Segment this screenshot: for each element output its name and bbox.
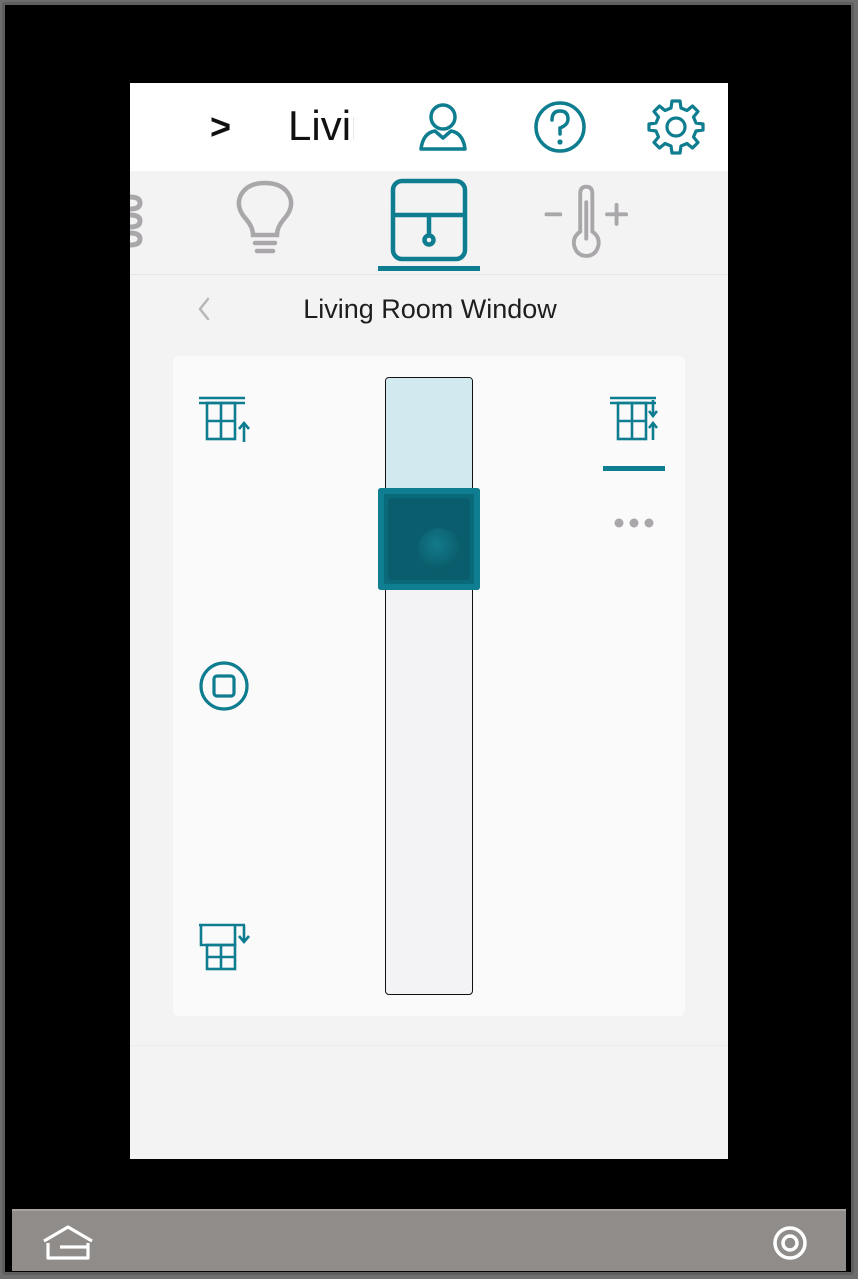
device-name: Living Room Window [303,294,557,324]
category-tabs [130,171,728,275]
shade-open-close-icon[interactable] [606,392,664,450]
home-icon[interactable] [38,1223,98,1263]
expand-chevron-icon[interactable]: > [210,107,240,147]
lightbulb-icon[interactable] [220,175,310,271]
touch-screen: > Living Room [130,83,728,1159]
room-title[interactable]: Living Room [288,101,354,151]
user-icon[interactable] [413,97,473,157]
shade-close-icon[interactable] [195,919,253,977]
thermometer-icon[interactable] [543,175,633,271]
slider-fill [386,378,472,489]
list-icon[interactable] [130,175,180,271]
help-icon[interactable] [530,97,590,157]
content-divider [130,1045,728,1046]
shade-open-icon[interactable] [195,392,253,450]
selected-mode-indicator [603,466,665,471]
more-icon[interactable] [611,508,657,538]
power-icon[interactable] [770,1223,810,1263]
shade-control-card [173,356,685,1016]
stop-icon[interactable] [195,657,253,715]
settings-icon[interactable] [646,97,706,157]
header-bar: > Living Room [130,83,728,171]
slider-knob [418,528,460,570]
slider-thumb[interactable] [378,488,480,590]
tabs-divider [130,274,728,275]
window-shade-icon[interactable] [384,175,474,271]
back-chevron-icon[interactable] [192,291,216,327]
selected-tab-indicator [378,266,480,271]
shade-position-slider[interactable] [385,377,473,995]
device-bottom-bar [12,1209,846,1271]
slider-thumb-face [388,498,470,580]
